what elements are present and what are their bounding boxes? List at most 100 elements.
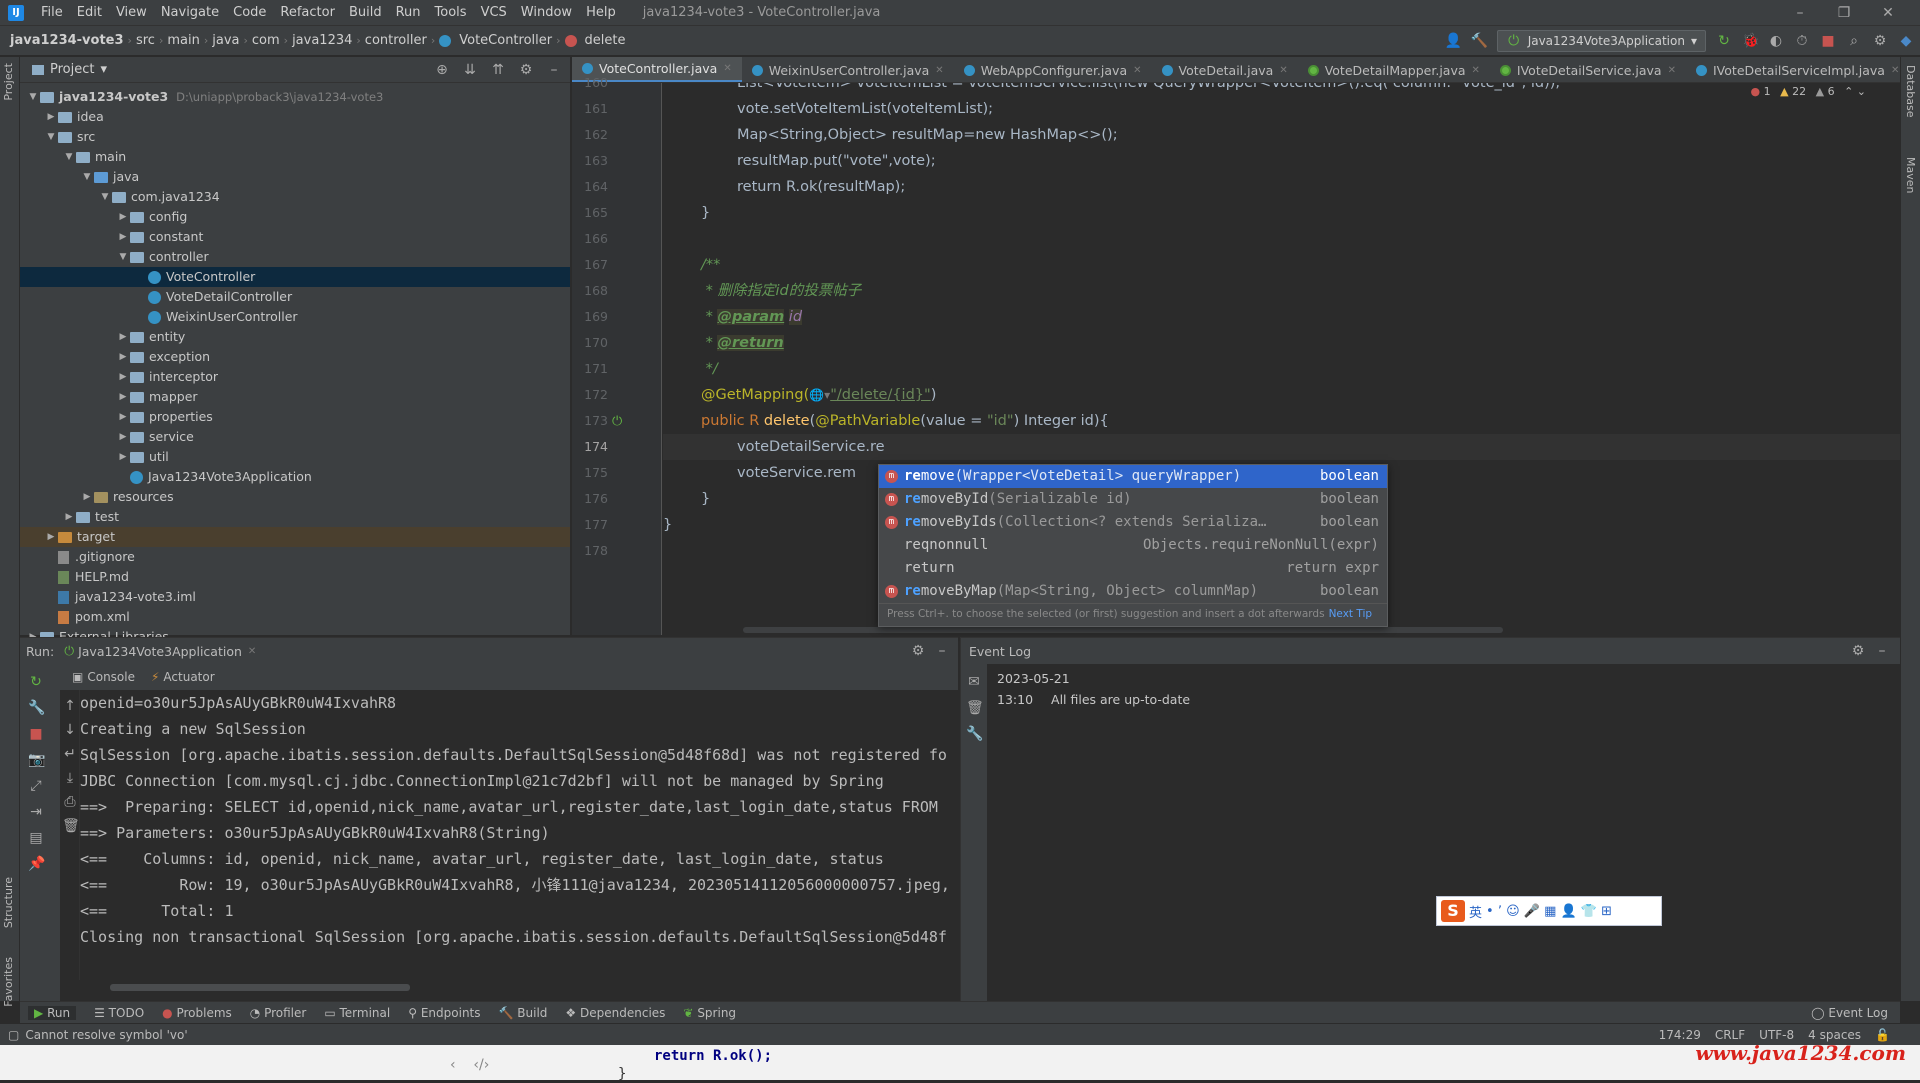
tab-console[interactable]: ▣ Console (72, 670, 135, 684)
tool-run[interactable]: ▶ Run (28, 1005, 77, 1020)
chevron-right-icon[interactable]: ▶ (80, 487, 94, 507)
chevron-right-icon[interactable]: ▶ (116, 447, 130, 467)
hide-icon[interactable]: – (934, 643, 950, 659)
editor-tab[interactable]: WeixinUserController.java ✕ (742, 57, 954, 82)
tab-actuator[interactable]: ⚡ Actuator (151, 670, 215, 684)
completion-item[interactable]: reqnonnull Objects.requireNonNull(expr) (879, 534, 1387, 557)
maximize-button[interactable]: ❐ (1822, 0, 1866, 26)
ime-language[interactable]: 英 (1469, 902, 1482, 921)
stop-icon[interactable]: ■ (1820, 33, 1836, 49)
favorites-tool-tab[interactable]: Favorites (2, 957, 15, 1007)
rerun-icon[interactable]: ↻ (28, 674, 44, 690)
tree-node[interactable]: ▶ idea (20, 107, 570, 127)
tool-spring[interactable]: ❦ Spring (683, 1006, 736, 1020)
restore-layout-icon[interactable]: ⤢ (28, 778, 44, 794)
close-icon[interactable]: ✕ (723, 63, 731, 74)
chevron-right-icon[interactable]: ▶ (116, 387, 130, 407)
layout-icon[interactable]: ▤ (28, 830, 44, 846)
wrench-icon[interactable]: 🔧 (966, 726, 983, 742)
maven-tool-tab[interactable]: Maven (1904, 157, 1917, 193)
tool-endpoints[interactable]: ⚲ Endpoints (408, 1006, 480, 1020)
arrow-down-icon[interactable]: ↓ (62, 722, 78, 738)
chevron-down-icon[interactable]: ▼ (116, 247, 130, 267)
rerun-icon[interactable]: ↻ (1716, 33, 1732, 49)
tool-terminal[interactable]: ▭ Terminal (324, 1006, 390, 1020)
chevron-down-icon[interactable]: ▼ (26, 87, 40, 107)
gear-icon[interactable]: ⚙ (1850, 643, 1866, 659)
menu-build[interactable]: Build (342, 5, 389, 20)
menu-run[interactable]: Run (389, 5, 428, 20)
menu-edit[interactable]: Edit (70, 5, 109, 20)
camera-icon[interactable]: 📷 (28, 752, 45, 768)
line-separator[interactable]: CRLF (1715, 1028, 1745, 1042)
chevron-down-icon[interactable]: ▼ (80, 167, 94, 187)
globe-icon[interactable]: 🌐▾ (809, 388, 830, 402)
expand-all-icon[interactable]: ⇊ (462, 62, 478, 78)
database-tool-tab[interactable]: Database (1904, 65, 1917, 118)
gear-icon[interactable]: ⚙ (910, 643, 926, 659)
mark-read-icon[interactable]: ✉ (966, 674, 982, 690)
indent-setting[interactable]: 4 spaces (1808, 1028, 1861, 1042)
tree-node[interactable]: .gitignore (20, 547, 570, 567)
code-nav-icon[interactable]: ‹ ‹/› (450, 1057, 489, 1073)
breadcrumb-java[interactable]: java (208, 33, 243, 48)
tree-node[interactable]: ▶ resources (20, 487, 570, 507)
plugin-icon[interactable]: ◆ (1898, 33, 1914, 49)
close-icon[interactable]: ✕ (1133, 65, 1141, 76)
lock-icon[interactable]: 🔓 (1875, 1028, 1890, 1042)
chevron-down-icon[interactable]: ▾ (100, 62, 107, 77)
editor-hscrollbar[interactable] (743, 627, 1503, 633)
tree-node[interactable]: ▼ main (20, 147, 570, 167)
trash-icon[interactable]: 🗑 (62, 818, 80, 834)
completion-item[interactable]: m re moveByIds (Collection<? extends Serial… (879, 511, 1387, 534)
close-icon[interactable]: ✕ (248, 646, 256, 657)
run-gutter-icon[interactable]: ⏻ (612, 414, 622, 429)
close-icon[interactable]: ✕ (935, 65, 943, 76)
print-icon[interactable]: ⎙ (62, 794, 78, 810)
next-tip-link[interactable]: Next Tip (1329, 608, 1372, 620)
menu-tools[interactable]: Tools (428, 5, 474, 20)
completion-item[interactable]: return return expr (879, 557, 1387, 580)
inspection-widget[interactable]: ● 1 ▲ 22 ▲ 6 ⌃ ⌄ (1746, 85, 1870, 98)
tree-node[interactable]: Java1234Vote3Application (20, 467, 570, 487)
chevron-right-icon[interactable]: ▶ (62, 507, 76, 527)
tree-node[interactable]: ▶ entity (20, 327, 570, 347)
profile-icon[interactable]: ⏱ (1794, 33, 1810, 49)
arrow-up-icon[interactable]: ↑ (62, 698, 78, 714)
ime-tool-icons[interactable]: • ʼ ☺ 🎤 ▦ 👤 👕 ⊞ (1486, 904, 1612, 919)
menu-help[interactable]: Help (579, 5, 623, 20)
hide-icon[interactable]: – (546, 62, 562, 78)
chevron-right-icon[interactable]: ▶ (44, 527, 58, 547)
tree-node[interactable]: VoteDetailController (20, 287, 570, 307)
collapse-all-icon[interactable]: ⇈ (490, 62, 506, 78)
tool-event-log[interactable]: ◯ Event Log (1811, 1006, 1888, 1020)
user-icon[interactable]: 👤 (1445, 33, 1462, 49)
menu-navigate[interactable]: Navigate (154, 5, 226, 20)
editor-tab[interactable]: WebAppConfigurer.java ✕ (954, 57, 1152, 82)
tree-node[interactable]: WeixinUserController (20, 307, 570, 327)
tree-node[interactable]: HELP.md (20, 567, 570, 587)
hammer-icon[interactable]: 🔨 (1471, 33, 1488, 49)
tool-dependencies[interactable]: ❖ Dependencies (565, 1006, 665, 1020)
chevron-right-icon[interactable]: ▶ (116, 427, 130, 447)
chevron-right-icon[interactable]: ▶ (116, 327, 130, 347)
completion-item[interactable]: m re move (Wrapper<VoteDetail> queryWrapper… (879, 465, 1387, 488)
run-config-tab[interactable]: Java1234Vote3Application (78, 644, 242, 659)
editor-tab[interactable]: VoteDetailMapper.java ✕ (1298, 57, 1490, 82)
trash-icon[interactable]: 🗑 (966, 700, 984, 716)
tree-node[interactable]: ▼ controller (20, 247, 570, 267)
wrench-icon[interactable]: 🔧 (28, 700, 45, 716)
breadcrumb-src[interactable]: src (132, 33, 159, 48)
ime-toolbar[interactable]: S 英 • ʼ ☺ 🎤 ▦ 👤 👕 ⊞ (1436, 896, 1662, 926)
project-view-select[interactable]: Project (50, 62, 94, 77)
tree-node[interactable]: ▶ test (20, 507, 570, 527)
chevron-right-icon[interactable]: ▶ (116, 407, 130, 427)
pin-icon[interactable]: 📌 (28, 856, 45, 872)
minimize-button[interactable]: – (1778, 0, 1822, 26)
close-button[interactable]: ✕ (1866, 0, 1910, 26)
hide-icon[interactable]: – (1874, 643, 1890, 659)
tree-node[interactable]: ▶ config (20, 207, 570, 227)
breadcrumb-votecontroller[interactable]: VoteController (455, 33, 556, 48)
breadcrumb-main[interactable]: main (163, 33, 203, 48)
cursor-position[interactable]: 174:29 (1659, 1028, 1701, 1042)
